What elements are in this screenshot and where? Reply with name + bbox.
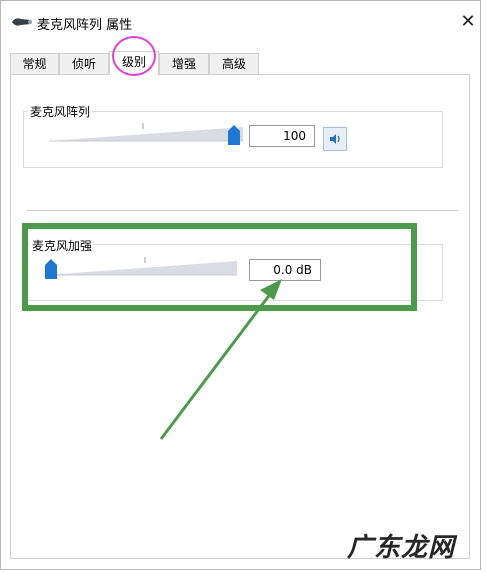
watermark: 广东龙网: [347, 533, 456, 563]
speaker-icon: [330, 134, 340, 144]
tab-listen[interactable]: 侦听: [59, 53, 109, 74]
window-title: 麦克风阵列 属性: [37, 18, 133, 33]
mute-button[interactable]: [323, 127, 347, 151]
tab-enhancements[interactable]: 增强: [159, 53, 209, 74]
title-bar: 麦克风阵列 属性 ✕: [1, 1, 480, 41]
tab-strip: 常规 侦听 级别 增强 高级: [10, 51, 470, 75]
tab-highlight-circle: [112, 36, 156, 76]
group-separator: [27, 210, 458, 211]
annotation-highlight-box: [22, 223, 417, 311]
close-button[interactable]: ✕: [456, 10, 480, 34]
properties-window: 麦克风阵列 属性 ✕ 常规 侦听 级别 增强 高级 麦克风阵列 100 麦克风加…: [0, 0, 481, 570]
level-value-field[interactable]: 100: [249, 125, 315, 147]
level-group-label: 麦克风阵列: [28, 103, 93, 120]
tab-advanced[interactable]: 高级: [209, 53, 259, 74]
tab-general[interactable]: 常规: [10, 53, 59, 74]
microphone-icon: [12, 18, 32, 26]
level-slider[interactable]: [47, 119, 247, 149]
